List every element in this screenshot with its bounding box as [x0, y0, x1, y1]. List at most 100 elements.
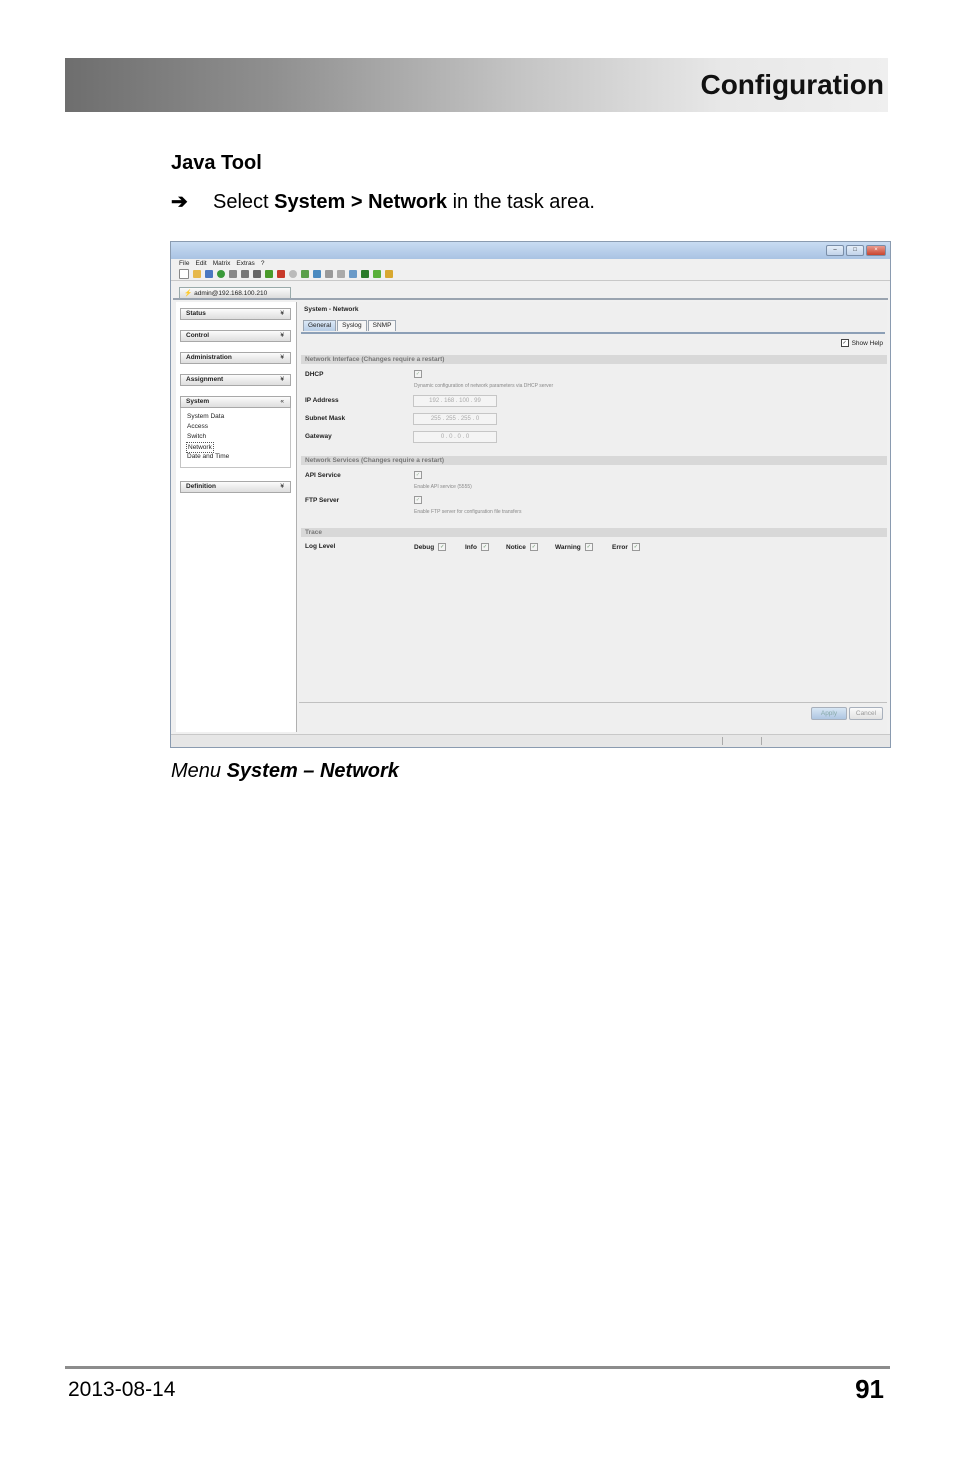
api-service-label: API Service [305, 472, 341, 479]
instruction-post: in the task area. [447, 191, 595, 213]
sidebar-status-label: Status [186, 310, 206, 317]
checkbox-icon: ✓ [840, 339, 849, 347]
connection-tab[interactable]: ⚡ admin@192.168.100.210 [179, 287, 291, 298]
instruction-line: ➔ Select System > Network in the task are… [171, 189, 595, 214]
maximize-icon[interactable]: □ [846, 245, 864, 256]
chevron-up-icon: « [280, 398, 284, 405]
sidebar-system[interactable]: System « [180, 396, 291, 408]
log-notice-label: Notice [506, 543, 526, 551]
show-help-toggle[interactable]: ✓ Show Help [840, 339, 883, 347]
log-level-row: Log Level Debug ✓ Info ✓ Notice ✓ Warning ✓ … [299, 543, 887, 553]
menu-edit[interactable]: Edit [195, 259, 206, 268]
new-file-icon[interactable] [179, 269, 189, 279]
settings-icon[interactable] [289, 270, 297, 278]
sidebar-administration[interactable]: Administration ¥ [180, 352, 291, 364]
menu-file[interactable]: File [179, 259, 189, 268]
subnet-mask-field[interactable]: 255 . 255 . 255 . 0 [413, 413, 497, 425]
network-panel: System - Network General Syslog SNMP ✓ S… [299, 302, 887, 734]
log-error-label: Error [612, 543, 628, 551]
sidebar-definition[interactable]: Definition ¥ [180, 481, 291, 493]
status-bar [171, 734, 890, 747]
sidebar-system-group: System Data Access Switch Network Date a… [180, 408, 291, 468]
tools-icon[interactable] [385, 270, 393, 278]
section-title: Java Tool [171, 152, 262, 174]
sidebar-item-date-time[interactable]: Date and Time [187, 452, 229, 461]
copy-icon[interactable] [241, 270, 249, 278]
chevron-down-icon: ¥ [280, 310, 284, 317]
arrow-right-icon: ➔ [171, 191, 188, 213]
api-service-help: Enable API service (5555) [414, 484, 472, 490]
log-debug-label: Debug [414, 543, 435, 551]
tab-general[interactable]: General [303, 320, 337, 331]
cancel-button[interactable]: Cancel [849, 707, 883, 720]
sidebar-item-switch[interactable]: Switch [187, 432, 206, 441]
save-icon[interactable] [205, 270, 213, 278]
log-debug[interactable]: Debug ✓ [414, 543, 447, 551]
checkbox-icon: ✓ [529, 543, 538, 551]
log-error[interactable]: Error ✓ [612, 543, 640, 551]
matrix-icon[interactable] [361, 270, 369, 278]
tab-divider [173, 298, 888, 300]
log-level-label: Log Level [305, 543, 336, 550]
disconnect-icon[interactable] [277, 270, 285, 278]
log-warning[interactable]: Warning ✓ [555, 543, 593, 551]
upload-icon[interactable] [301, 270, 309, 278]
task-sidebar: Status ¥ Control ¥ Administration ¥ Assignm… [176, 302, 297, 732]
sidebar-control[interactable]: Control ¥ [180, 330, 291, 342]
menu-help[interactable]: ? [261, 259, 265, 268]
chevron-down-icon: ¥ [280, 332, 284, 339]
caption-bold: System – Network [226, 760, 399, 782]
dhcp-checkbox[interactable]: ✓ [414, 370, 422, 378]
ftp-server-label: FTP Server [305, 497, 340, 504]
sidebar-status[interactable]: Status ¥ [180, 308, 291, 320]
log-info[interactable]: Info ✓ [465, 543, 489, 551]
java-tool-screenshot: – □ × File Edit Matrix Extras ? ⚡ admin@1… [170, 241, 891, 748]
open-folder-icon[interactable] [193, 270, 201, 278]
export-icon[interactable] [349, 270, 357, 278]
tab-rule [301, 332, 885, 334]
sidebar-assignment-label: Assignment [186, 376, 224, 383]
check-icon[interactable] [373, 270, 381, 278]
toolbar [171, 268, 890, 281]
sidebar-control-label: Control [186, 332, 210, 339]
apply-button[interactable]: Apply [811, 707, 847, 720]
tab-syslog[interactable]: Syslog [337, 320, 367, 331]
menubar: File Edit Matrix Extras ? [171, 259, 890, 268]
paste-icon[interactable] [253, 270, 261, 278]
gateway-field[interactable]: 0 . 0 . 0 . 0 [413, 431, 497, 443]
net-services-header: Network Services (Changes require a rest… [301, 456, 887, 465]
close-icon[interactable]: × [866, 245, 886, 256]
panel-title: System - Network [304, 306, 359, 313]
sidebar-definition-label: Definition [186, 483, 216, 490]
api-service-checkbox[interactable]: ✓ [414, 471, 422, 479]
checkbox-icon: ✓ [584, 543, 593, 551]
menu-extras[interactable]: Extras [236, 259, 254, 268]
document-icon[interactable] [325, 270, 333, 278]
ftp-server-help: Enable FTP server for configuration file… [414, 509, 522, 515]
ip-address-field[interactable]: 192 . 168 . 100 . 99 [413, 395, 497, 407]
chevron-down-icon: ¥ [280, 376, 284, 383]
button-divider [299, 702, 887, 703]
window-titlebar: – □ × [171, 242, 890, 259]
report-icon[interactable] [337, 270, 345, 278]
minimize-icon[interactable]: – [826, 245, 844, 256]
page-header-bar: Configuration [65, 58, 888, 112]
log-warning-label: Warning [555, 543, 581, 551]
checkbox-icon: ✓ [438, 543, 447, 551]
sidebar-item-system-data[interactable]: System Data [187, 412, 224, 421]
sidebar-item-access[interactable]: Access [187, 422, 208, 431]
sidebar-assignment[interactable]: Assignment ¥ [180, 374, 291, 386]
menu-matrix[interactable]: Matrix [213, 259, 231, 268]
log-notice[interactable]: Notice ✓ [506, 543, 538, 551]
download-icon[interactable] [313, 270, 321, 278]
checkbox-icon: ✓ [631, 543, 640, 551]
refresh-icon[interactable] [217, 270, 225, 278]
page-number: 91 [855, 1374, 884, 1404]
sidebar-administration-label: Administration [186, 354, 232, 361]
tab-snmp[interactable]: SNMP [367, 320, 397, 331]
ftp-server-checkbox[interactable]: ✓ [414, 496, 422, 504]
connect-icon[interactable] [265, 270, 273, 278]
cut-icon[interactable] [229, 270, 237, 278]
sidebar-system-label: System [186, 398, 210, 405]
instruction-path: System > Network [274, 191, 448, 213]
